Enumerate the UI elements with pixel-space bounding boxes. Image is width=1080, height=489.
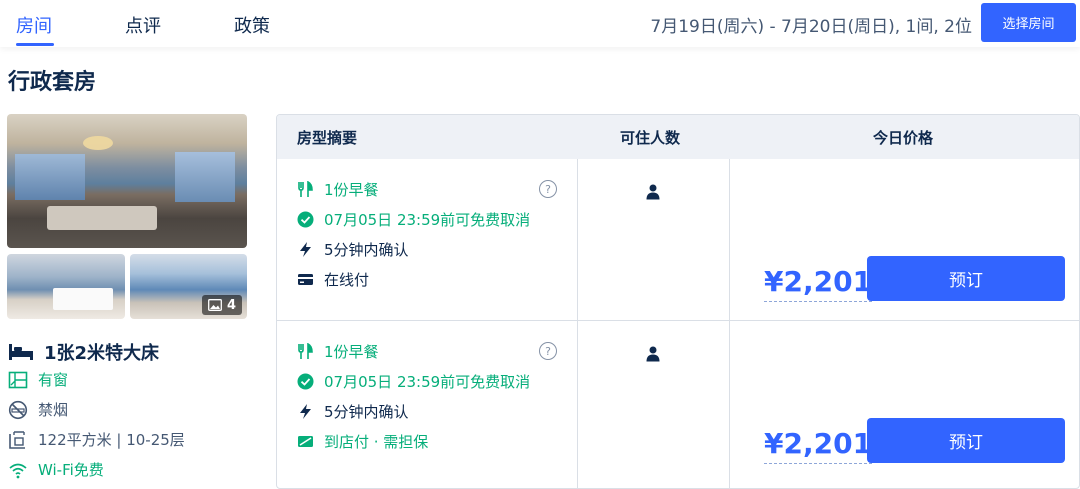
confirmation-label: 5分钟内确认 xyxy=(324,403,409,421)
room-photo-thumb[interactable]: 4 xyxy=(130,254,247,319)
payment-info: 在线付 xyxy=(297,269,369,290)
bed-icon xyxy=(9,344,33,360)
cancellation-info[interactable]: 07月05日 23:59前可免费取消 xyxy=(297,371,530,392)
check-circle-icon xyxy=(297,373,314,390)
book-button[interactable]: 预订 xyxy=(867,256,1065,301)
rate-table: 房型摘要 可住人数 今日价格 1份早餐 ? 07月05日 23:59前可免费取消… xyxy=(276,114,1080,489)
feature-area: 122平方米 | 10-25层 xyxy=(8,429,185,450)
card-icon xyxy=(298,274,313,285)
room-title: 行政套房 xyxy=(8,70,97,95)
breakfast-info: 1份早餐 xyxy=(297,179,379,200)
area-icon xyxy=(9,430,25,449)
lightning-icon xyxy=(300,242,311,257)
help-icon[interactable]: ? xyxy=(539,342,557,360)
feature-label: 禁烟 xyxy=(38,401,69,419)
select-room-button[interactable]: 选择房间 xyxy=(981,3,1076,42)
table-header: 房型摘要 可住人数 今日价格 xyxy=(277,115,1079,159)
stay-date-range[interactable]: 7月19日(周六) - 7月20日(周日), 1间, 2位 xyxy=(650,12,972,37)
room-photo-main[interactable] xyxy=(7,114,247,248)
cutlery-icon xyxy=(298,343,313,359)
tab-policies[interactable]: 政策 xyxy=(234,12,270,38)
feature-window: 有窗 xyxy=(8,369,68,390)
help-icon[interactable]: ? xyxy=(539,180,557,198)
cutlery-icon xyxy=(298,181,313,197)
payment-label: 到店付 · 需担保 xyxy=(324,433,429,451)
price[interactable]: ¥2,201 xyxy=(764,265,873,302)
price[interactable]: ¥2,201 xyxy=(764,427,873,464)
feature-wifi: Wi-Fi免费 xyxy=(8,459,104,480)
room-photo-thumb[interactable] xyxy=(7,254,125,319)
feature-label: Wi-Fi免费 xyxy=(38,461,104,479)
breakfast-info: 1份早餐 xyxy=(297,341,379,362)
no-smoking-icon xyxy=(8,400,28,419)
cancellation-info[interactable]: 07月05日 23:59前可免费取消 xyxy=(297,209,530,230)
book-button[interactable]: 预订 xyxy=(867,418,1065,463)
column-divider xyxy=(729,159,730,488)
lightning-icon xyxy=(300,404,311,419)
cancellation-label: 07月05日 23:59前可免费取消 xyxy=(324,211,531,229)
bed-label: 1张2米特大床 xyxy=(44,343,160,364)
active-tab-indicator xyxy=(16,43,54,46)
window-icon xyxy=(8,371,28,388)
feature-label: 有窗 xyxy=(38,371,69,389)
person-icon xyxy=(646,346,660,362)
check-circle-icon xyxy=(297,211,314,228)
row-divider xyxy=(277,320,1079,321)
confirmation-label: 5分钟内确认 xyxy=(324,241,409,259)
image-icon xyxy=(208,299,222,311)
wifi-icon xyxy=(9,463,27,478)
payment-label: 在线付 xyxy=(324,271,370,289)
confirmation-info: 5分钟内确认 xyxy=(297,239,409,260)
pay-at-hotel-icon xyxy=(298,436,313,447)
feature-label: 122平方米 | 10-25层 xyxy=(38,431,185,449)
photo-count-label: 4 xyxy=(226,297,236,313)
cancellation-label: 07月05日 23:59前可免费取消 xyxy=(324,373,531,391)
tab-rooms[interactable]: 房间 xyxy=(16,12,52,38)
column-divider xyxy=(577,159,578,488)
person-icon xyxy=(646,184,660,200)
feature-no-smoking: 禁烟 xyxy=(8,399,68,420)
photo-count-badge[interactable]: 4 xyxy=(201,295,242,315)
breakfast-label: 1份早餐 xyxy=(324,343,379,361)
header-occupancy: 可住人数 xyxy=(620,129,681,147)
breakfast-label: 1份早餐 xyxy=(324,181,379,199)
bed-type: 1张2米特大床 xyxy=(8,339,159,365)
payment-info: 到店付 · 需担保 xyxy=(297,431,428,452)
header-price: 今日价格 xyxy=(873,129,934,147)
header-room-summary: 房型摘要 xyxy=(297,129,358,147)
top-nav: 房间 点评 政策 7月19日(周六) - 7月20日(周日), 1间, 2位 选… xyxy=(0,0,1080,47)
confirmation-info: 5分钟内确认 xyxy=(297,401,409,422)
tab-reviews[interactable]: 点评 xyxy=(125,12,161,38)
